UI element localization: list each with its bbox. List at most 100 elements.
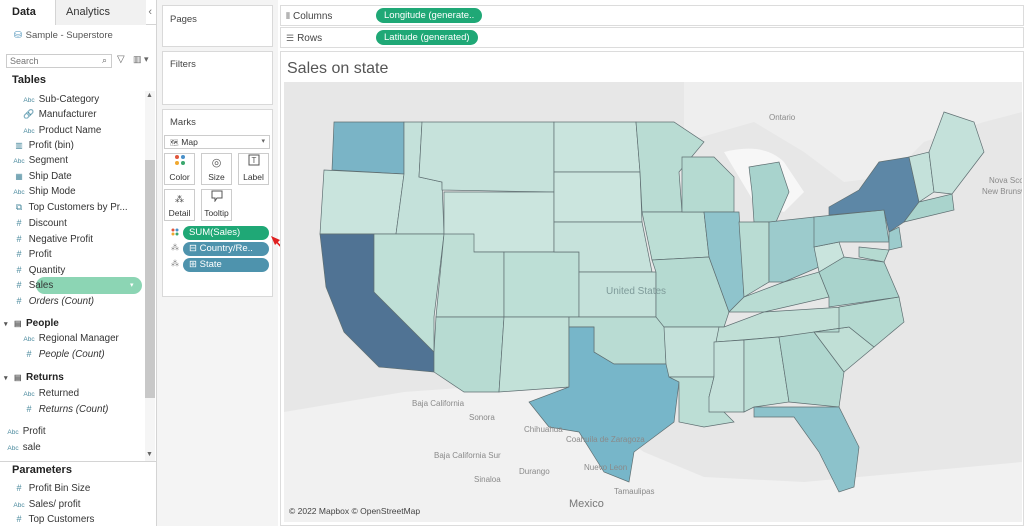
- field-item[interactable]: Abc Sub-Category: [22, 92, 99, 107]
- color-encoding-icon: [170, 228, 180, 238]
- shelves-column: Pages Filters Marks 🗺 Map ▾ Color ◎ Size…: [157, 0, 318, 526]
- state-north-dakota[interactable]: [553, 121, 641, 173]
- field-item[interactable]: # Orders (Count): [12, 294, 94, 309]
- map-label: Coahuila de Zaragoza: [566, 435, 645, 444]
- detail-encoding-icon: ⁂: [171, 243, 179, 252]
- hierarchy-icon: ⊞: [189, 259, 200, 270]
- map-label: Nova Scotia: [989, 176, 1022, 185]
- state-mississippi[interactable]: [708, 339, 745, 413]
- collapse-pane-icon[interactable]: ‹: [148, 0, 152, 25]
- map-attribution[interactable]: © 2022 Mapbox © OpenStreetMap: [289, 506, 420, 516]
- state-pill[interactable]: ⊞ State: [183, 258, 269, 272]
- field-item[interactable]: Abc Segment: [12, 153, 68, 168]
- mark-type-dropdown[interactable]: 🗺 Map ▾: [164, 135, 270, 149]
- field-item[interactable]: # Profit: [12, 247, 51, 262]
- measure-type-icon: #: [16, 218, 22, 228]
- color-icon: [165, 154, 194, 172]
- tooltip-button[interactable]: Tooltip: [201, 189, 232, 221]
- detail-button[interactable]: ⁂ Detail: [164, 189, 195, 221]
- map-label: Baja California Sur: [434, 451, 501, 460]
- map-label: Sinaloa: [474, 475, 501, 484]
- field-item[interactable]: Abc Returned: [22, 386, 79, 401]
- sum-sales-pill[interactable]: SUM(Sales): [183, 226, 269, 240]
- filter-icon[interactable]: ▽: [117, 54, 125, 65]
- string-type-icon: Abc: [23, 97, 35, 104]
- field-item[interactable]: # Quantity: [12, 263, 65, 278]
- datasource-item[interactable]: ⛁ Sample - Superstore: [0, 25, 156, 47]
- field-item[interactable]: # Returns (Count): [22, 402, 108, 417]
- country-region-pill[interactable]: ⊟ Country/Re..: [183, 242, 269, 256]
- filters-card[interactable]: Filters: [162, 51, 273, 105]
- map-canvas: Ontario Nova Scotia New Brunswick United…: [284, 82, 1022, 522]
- color-button[interactable]: Color: [164, 153, 195, 185]
- field-list: Abc Sub-Category 🔗 Manufacturer Abc Prod…: [0, 91, 145, 463]
- columns-shelf[interactable]: ⦀ Columns Longitude (generate..: [280, 5, 1024, 26]
- label-icon: T: [239, 154, 268, 172]
- string-type-icon: Abc: [13, 158, 25, 165]
- field-item[interactable]: 🔗 Manufacturer: [22, 107, 96, 122]
- search-input[interactable]: [6, 54, 112, 68]
- field-item-sales-selected[interactable]: # Sales ▾: [12, 277, 145, 294]
- field-item[interactable]: Abc Profit: [6, 424, 45, 439]
- field-item[interactable]: Abc Ship Mode: [12, 184, 75, 199]
- size-button[interactable]: ◎ Size: [201, 153, 232, 185]
- state-pennsylvania[interactable]: [813, 209, 890, 248]
- field-item[interactable]: # People (Count): [22, 347, 104, 362]
- group-people[interactable]: ▾ ▤ People: [4, 316, 59, 331]
- scroll-up-icon[interactable]: ▲: [146, 92, 153, 99]
- columns-icon: ⦀: [286, 11, 290, 21]
- state-arkansas[interactable]: [663, 326, 720, 378]
- view-options-icon[interactable]: ▥ ▾: [133, 54, 149, 65]
- parameter-item[interactable]: # Top Customers: [12, 512, 94, 526]
- state-montana[interactable]: [418, 121, 555, 193]
- state-oregon[interactable]: [319, 169, 405, 235]
- measure-type-icon: #: [26, 404, 32, 414]
- measure-type-icon: #: [16, 265, 22, 275]
- state-colorado[interactable]: [503, 251, 580, 318]
- scroll-down-icon[interactable]: ▼: [146, 451, 153, 458]
- collapse-icon[interactable]: ▾: [4, 371, 14, 386]
- field-item[interactable]: Abc Regional Manager: [22, 331, 118, 346]
- viz-title[interactable]: Sales on state: [287, 60, 388, 78]
- field-item[interactable]: # Discount: [12, 216, 66, 231]
- longitude-pill[interactable]: Longitude (generate..: [376, 8, 483, 23]
- field-item[interactable]: ▥ Profit (bin): [12, 138, 74, 153]
- tab-analytics[interactable]: Analytics: [56, 0, 146, 25]
- set-icon: ⧉: [15, 202, 23, 212]
- map-label: New Brunswick: [982, 187, 1022, 196]
- state-washington[interactable]: [331, 121, 405, 175]
- string-type-icon: Abc: [23, 128, 35, 135]
- svg-text:T: T: [251, 156, 256, 165]
- filled-map[interactable]: Ontario Nova Scotia New Brunswick United…: [284, 82, 1022, 522]
- string-type-icon: Abc: [23, 336, 35, 343]
- parameter-item[interactable]: # Profit Bin Size: [12, 481, 90, 496]
- table-icon: ▤: [14, 319, 22, 328]
- label-button[interactable]: T Label: [238, 153, 269, 185]
- measure-type-icon: #: [16, 249, 22, 259]
- scrollbar-thumb[interactable]: [145, 160, 155, 398]
- collapse-icon[interactable]: ▾: [4, 317, 14, 332]
- group-returns[interactable]: ▾ ▤ Returns: [4, 370, 64, 385]
- state-new-mexico[interactable]: [498, 316, 570, 393]
- divider: [0, 461, 157, 462]
- measure-type-icon: #: [16, 234, 22, 244]
- date-type-icon: ▦: [15, 172, 23, 181]
- state-iowa[interactable]: [641, 211, 710, 261]
- bin-type-icon: ▥: [15, 141, 23, 150]
- latitude-pill[interactable]: Latitude (generated): [376, 30, 478, 45]
- pages-card[interactable]: Pages: [162, 5, 273, 47]
- state-south-dakota[interactable]: [553, 171, 643, 223]
- field-item[interactable]: # Negative Profit: [12, 232, 93, 247]
- parameter-item[interactable]: Abc Sales/ profit: [12, 497, 80, 512]
- hierarchy-icon: ⊟: [189, 243, 200, 254]
- filters-title: Filters: [170, 59, 196, 70]
- search-icon[interactable]: ⌕: [102, 55, 107, 66]
- field-item[interactable]: ⧉ Top Customers by Pr...: [12, 200, 128, 215]
- field-item[interactable]: Abc sale: [6, 440, 40, 455]
- field-item[interactable]: Abc Product Name: [22, 123, 101, 138]
- rows-shelf[interactable]: ☰ Rows Latitude (generated): [280, 27, 1024, 48]
- viz-area: Sales on state Ontario Nova Sco New Brun…: [280, 51, 1024, 526]
- field-menu-caret-icon[interactable]: ▾: [130, 278, 134, 293]
- field-item[interactable]: ▦ Ship Date: [12, 169, 72, 184]
- tab-data[interactable]: Data: [0, 0, 56, 25]
